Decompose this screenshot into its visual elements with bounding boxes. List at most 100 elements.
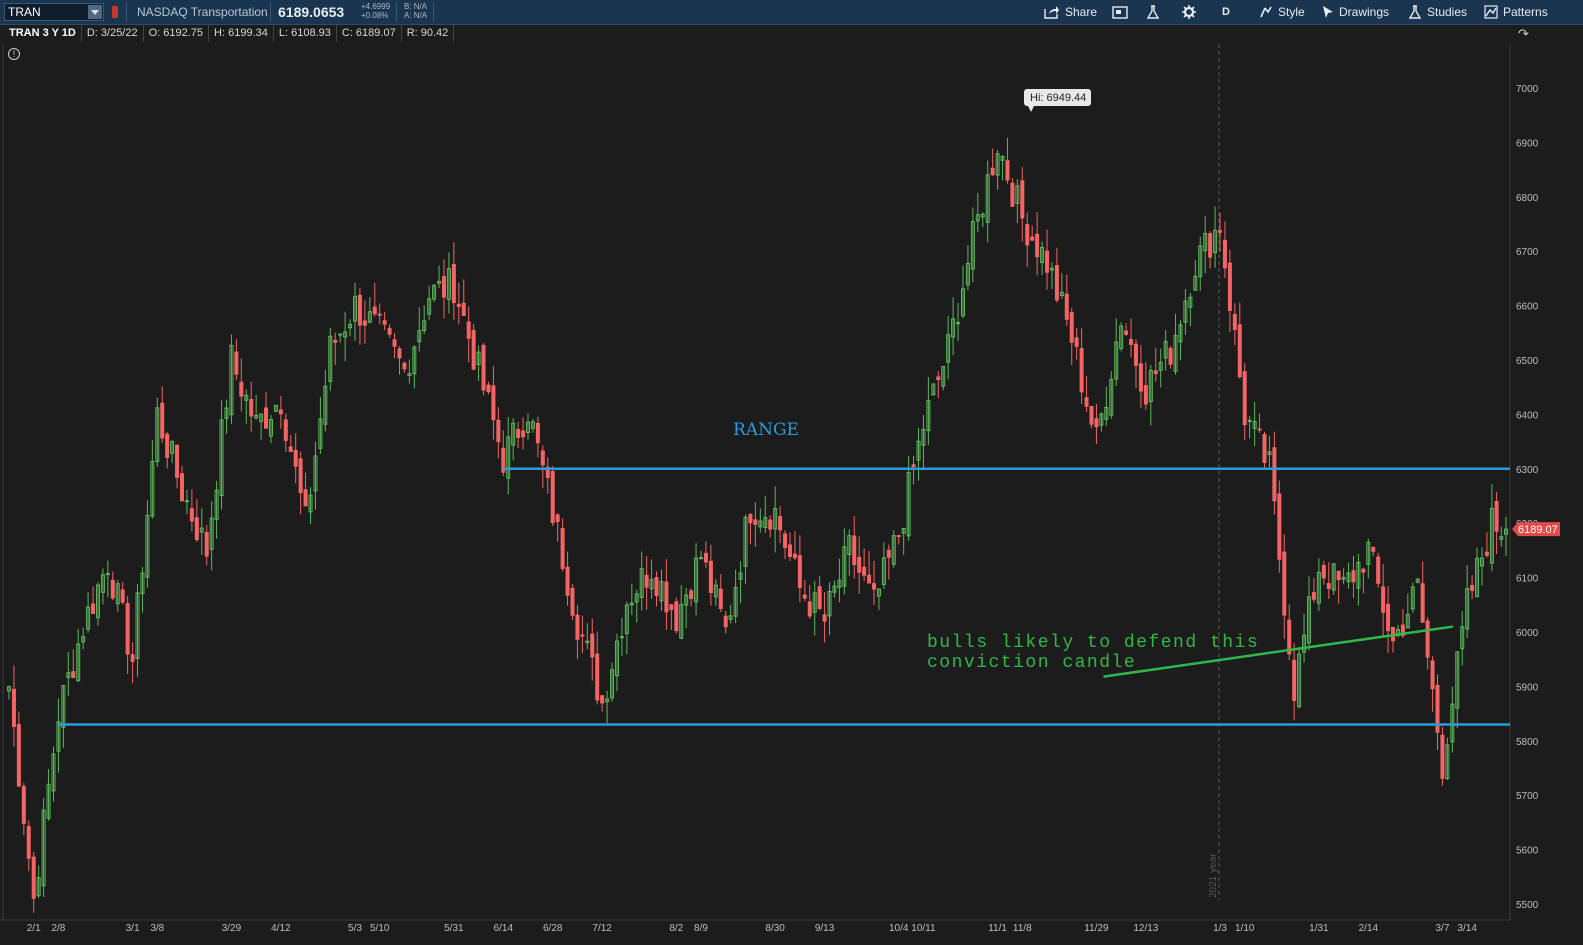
style-label: Style bbox=[1278, 5, 1305, 19]
ask-value: A: N/A bbox=[404, 11, 428, 20]
net-change-percent: +0.08% bbox=[361, 11, 389, 20]
candle-body bbox=[377, 313, 382, 316]
share-button[interactable]: Share bbox=[1044, 0, 1097, 24]
date-tick: 3/8 bbox=[150, 923, 164, 934]
candle-body bbox=[1237, 324, 1242, 378]
patterns-label: Patterns bbox=[1503, 5, 1548, 19]
price-tick: 6900 bbox=[1516, 138, 1539, 149]
candle-body bbox=[535, 422, 540, 444]
symbol-dropdown-button[interactable] bbox=[88, 5, 102, 19]
studies-icon bbox=[1408, 4, 1422, 19]
candle-body bbox=[1232, 313, 1237, 330]
high-value: H: 6199.34 bbox=[209, 25, 274, 42]
candle-body bbox=[699, 557, 704, 560]
candle-body bbox=[16, 724, 21, 787]
candle-body bbox=[1138, 363, 1143, 392]
candle-body bbox=[234, 351, 239, 375]
candle-body bbox=[807, 601, 812, 617]
candle-body bbox=[783, 533, 788, 548]
hi-label: Hi: 6949.44 bbox=[1030, 92, 1086, 104]
candle-body bbox=[797, 555, 802, 588]
candle-body bbox=[194, 517, 199, 541]
candle-body bbox=[288, 446, 293, 452]
price-chart[interactable]: 2021 year 550056005700580059006000610062… bbox=[0, 0, 1583, 945]
last-price-marker: 6189.07 bbox=[1512, 522, 1560, 537]
candle-body bbox=[357, 294, 362, 326]
candle-body bbox=[372, 306, 377, 315]
candle-body bbox=[456, 303, 461, 308]
candle-body bbox=[852, 535, 857, 565]
symbol-flag-icon bbox=[112, 6, 118, 18]
date-tick: 6/28 bbox=[543, 923, 563, 934]
candle-body bbox=[802, 594, 807, 599]
toolbar-divider bbox=[126, 2, 127, 22]
date-tick: 5/3 bbox=[348, 923, 362, 934]
note-line-1: bulls likely to defend this bbox=[927, 633, 1259, 653]
price-tick: 6700 bbox=[1516, 247, 1539, 258]
candle-body bbox=[110, 579, 115, 599]
candle-body bbox=[896, 535, 901, 538]
price-tick: 6100 bbox=[1516, 574, 1539, 585]
candle-body bbox=[1425, 620, 1430, 658]
price-tick: 6600 bbox=[1516, 302, 1539, 313]
price-tick: 6000 bbox=[1516, 628, 1539, 639]
price-tick: 6300 bbox=[1516, 465, 1539, 476]
style-button[interactable]: Style bbox=[1259, 0, 1305, 24]
candle-body bbox=[1247, 419, 1252, 422]
candle-body bbox=[283, 419, 288, 441]
candle-body bbox=[249, 398, 254, 417]
candle-body bbox=[886, 549, 891, 558]
top-toolbar: NASDAQ Transportation 6189.0653 +4.6999 … bbox=[0, 0, 1583, 25]
candle-body bbox=[1494, 500, 1499, 532]
net-change-value: +4.6999 bbox=[361, 2, 391, 11]
candle-body bbox=[560, 528, 565, 569]
candle-body bbox=[1035, 233, 1040, 258]
candle-body bbox=[867, 574, 872, 584]
symbol-box[interactable] bbox=[4, 3, 104, 21]
collapse-icon[interactable]: ↷ bbox=[1518, 26, 1529, 42]
candle-body bbox=[1084, 397, 1089, 407]
candle-body bbox=[669, 604, 674, 611]
candle-body bbox=[516, 428, 521, 439]
candle-body bbox=[184, 500, 189, 503]
candle-body bbox=[689, 590, 694, 599]
candle-body bbox=[1381, 586, 1386, 613]
snapshot-button[interactable] bbox=[1112, 0, 1128, 24]
drawings-label: Drawings bbox=[1339, 5, 1390, 19]
candle-body bbox=[1321, 565, 1326, 579]
drawings-button[interactable]: Drawings bbox=[1322, 0, 1389, 24]
flask-button[interactable] bbox=[1146, 0, 1160, 24]
candle-body bbox=[1079, 348, 1084, 393]
candle-body bbox=[1089, 405, 1094, 425]
patterns-button[interactable]: Patterns bbox=[1484, 0, 1548, 24]
candle-body bbox=[1386, 603, 1391, 632]
alert-icon[interactable]: ! bbox=[8, 48, 20, 60]
candle-body bbox=[990, 167, 995, 176]
candle-body bbox=[857, 556, 862, 573]
candle-body bbox=[1336, 570, 1341, 581]
symbol-input[interactable] bbox=[8, 5, 88, 19]
price-tick: 7000 bbox=[1516, 84, 1539, 95]
candle-body bbox=[71, 671, 76, 678]
candle-body bbox=[1020, 180, 1025, 219]
candle-body bbox=[540, 450, 545, 466]
candle-body bbox=[303, 489, 308, 507]
date-tick: 8/9 bbox=[694, 923, 708, 934]
candle-body bbox=[130, 654, 135, 662]
studies-button[interactable]: Studies bbox=[1408, 0, 1467, 24]
candle-body bbox=[1218, 230, 1223, 233]
candle-body bbox=[1222, 239, 1227, 269]
settings-button[interactable] bbox=[1182, 0, 1196, 24]
price-tick: 6500 bbox=[1516, 356, 1539, 367]
candle-body bbox=[21, 786, 26, 824]
candle-body bbox=[590, 633, 595, 658]
price-tick: 5700 bbox=[1516, 791, 1539, 802]
candle-body bbox=[1069, 312, 1074, 343]
candle-body bbox=[1025, 223, 1030, 246]
period-selector[interactable]: D bbox=[1222, 0, 1230, 24]
patterns-icon bbox=[1484, 5, 1498, 19]
candle-body bbox=[703, 552, 708, 563]
candle-body bbox=[1045, 250, 1050, 273]
candle-body bbox=[1143, 385, 1148, 405]
date-tick: 11/1 bbox=[988, 923, 1007, 934]
